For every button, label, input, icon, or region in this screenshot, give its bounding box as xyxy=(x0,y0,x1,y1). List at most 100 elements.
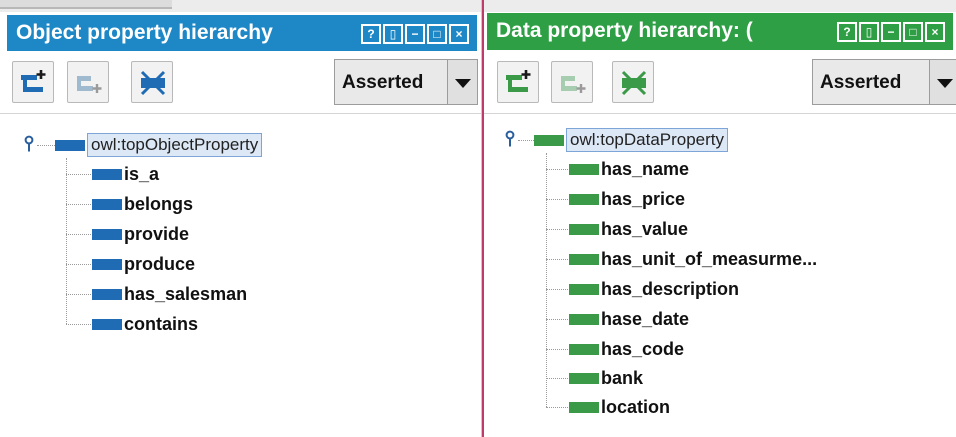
delete-property-icon xyxy=(621,70,647,96)
tree-item[interactable]: bank xyxy=(569,365,643,391)
tree-item[interactable]: has_name xyxy=(569,156,689,182)
maximize-button[interactable]: □ xyxy=(903,22,923,42)
tree-item-label: has_description xyxy=(601,278,740,299)
tree-item[interactable]: hase_date xyxy=(569,306,689,332)
pin-icon[interactable] xyxy=(22,135,36,153)
property-tree: owl:topDataProperty has_name has_price h… xyxy=(484,113,956,437)
add-sibling-property-button[interactable] xyxy=(67,61,109,103)
object-property-icon xyxy=(55,139,85,151)
data-property-icon xyxy=(569,401,599,413)
tree-connector xyxy=(546,169,568,170)
tree-connector xyxy=(66,174,91,175)
tree-connector xyxy=(518,140,534,141)
add-sibling-property-icon xyxy=(77,76,102,93)
delete-property-button[interactable] xyxy=(612,61,654,103)
tree-root-row[interactable]: owl:topObjectProperty xyxy=(55,132,263,158)
tree-connector xyxy=(66,324,91,325)
window-buttons: ? ▯ − □ × xyxy=(361,24,469,44)
data-property-hierarchy-panel: Data property hierarchy: ( ? ▯ − □ × Ass… xyxy=(484,0,956,437)
mode-select[interactable]: Asserted xyxy=(812,59,956,105)
tree-connector xyxy=(37,145,55,146)
tree-connector xyxy=(66,264,91,265)
data-property-icon xyxy=(569,223,599,235)
object-property-icon xyxy=(92,198,122,210)
float-button[interactable]: ▯ xyxy=(859,22,879,42)
tree-item-label: bank xyxy=(601,367,644,388)
tree-guide-line xyxy=(66,158,67,324)
tree-connector xyxy=(66,294,91,295)
delete-property-button[interactable] xyxy=(131,61,173,103)
tree-item[interactable]: has_value xyxy=(569,216,688,242)
tree-item-label: has_salesman xyxy=(124,283,248,304)
tree-connector xyxy=(66,204,91,205)
tree-connector xyxy=(546,229,568,230)
maximize-button[interactable]: □ xyxy=(427,24,447,44)
data-property-icon xyxy=(569,253,599,265)
panel-title-bar[interactable]: Data property hierarchy: ( ? ▯ − □ × xyxy=(487,13,953,50)
data-property-icon xyxy=(569,163,599,175)
tree-item[interactable]: has_description xyxy=(569,276,739,302)
window-buttons: ? ▯ − □ × xyxy=(837,22,945,42)
object-property-hierarchy-panel: Object property hierarchy ? ▯ − □ × Asse… xyxy=(0,0,482,437)
mode-select[interactable]: Asserted xyxy=(334,59,478,105)
tree-item[interactable]: produce xyxy=(92,251,195,277)
tree-item[interactable]: has_unit_of_measurme... xyxy=(569,246,817,272)
chevron-down-icon[interactable] xyxy=(447,60,477,104)
panel-title-bar[interactable]: Object property hierarchy ? ▯ − □ × xyxy=(7,15,477,51)
top-tab-strip xyxy=(0,0,481,12)
tab-edge[interactable] xyxy=(0,0,172,9)
tree-connector xyxy=(546,378,568,379)
tree-connector xyxy=(546,289,568,290)
add-sub-property-button[interactable] xyxy=(497,61,539,103)
pin-icon[interactable] xyxy=(503,130,517,148)
tree-item-label: provide xyxy=(124,223,190,244)
tree-item[interactable]: belongs xyxy=(92,191,193,217)
tree-item-label: belongs xyxy=(124,193,194,214)
toolbar: Asserted xyxy=(484,52,956,112)
data-property-icon xyxy=(569,313,599,325)
add-sub-property-button[interactable] xyxy=(12,61,54,103)
object-property-icon xyxy=(92,288,122,300)
tree-item[interactable]: has_code xyxy=(569,336,684,362)
tree-connector xyxy=(546,349,568,350)
minimize-button[interactable]: − xyxy=(881,22,901,42)
data-property-icon xyxy=(569,193,599,205)
tree-item-label: hase_date xyxy=(601,308,690,329)
float-button[interactable]: ▯ xyxy=(383,24,403,44)
tree-item[interactable]: is_a xyxy=(92,161,159,187)
tree-connector xyxy=(546,319,568,320)
top-tab-strip xyxy=(484,0,956,12)
chevron-down-icon[interactable] xyxy=(929,60,956,104)
panel-title: Data property hierarchy: ( xyxy=(496,19,753,42)
panel-title: Object property hierarchy xyxy=(16,21,273,44)
minimize-button[interactable]: − xyxy=(405,24,425,44)
tree-root-label: owl:topObjectProperty xyxy=(87,133,263,157)
tree-root-label: owl:topDataProperty xyxy=(566,128,729,152)
tree-connector xyxy=(546,407,568,408)
close-button[interactable]: × xyxy=(925,22,945,42)
tree-item-label: has_unit_of_measurme... xyxy=(601,248,818,269)
tree-item[interactable]: provide xyxy=(92,221,189,247)
tree-item[interactable]: contains xyxy=(92,311,198,337)
tree-guide-line xyxy=(546,153,547,407)
data-property-icon xyxy=(534,134,564,146)
object-property-icon xyxy=(92,168,122,180)
help-button[interactable]: ? xyxy=(837,22,857,42)
tree-item[interactable]: has_salesman xyxy=(92,281,247,307)
property-tree: owl:topObjectProperty is_a belongs provi… xyxy=(0,113,481,437)
data-property-icon xyxy=(569,343,599,355)
object-property-icon xyxy=(92,258,122,270)
tree-item-label: contains xyxy=(124,313,199,334)
mode-select-value: Asserted xyxy=(820,72,902,93)
toolbar: Asserted xyxy=(0,52,481,112)
object-property-icon xyxy=(92,318,122,330)
add-sibling-property-button[interactable] xyxy=(551,61,593,103)
help-button[interactable]: ? xyxy=(361,24,381,44)
mode-select-value: Asserted xyxy=(342,72,424,93)
tree-item[interactable]: location xyxy=(569,394,670,420)
tree-root-row[interactable]: owl:topDataProperty xyxy=(534,127,729,153)
add-sub-property-icon xyxy=(21,70,46,92)
tree-item-label: has_name xyxy=(601,158,690,179)
close-button[interactable]: × xyxy=(449,24,469,44)
tree-item[interactable]: has_price xyxy=(569,186,685,212)
